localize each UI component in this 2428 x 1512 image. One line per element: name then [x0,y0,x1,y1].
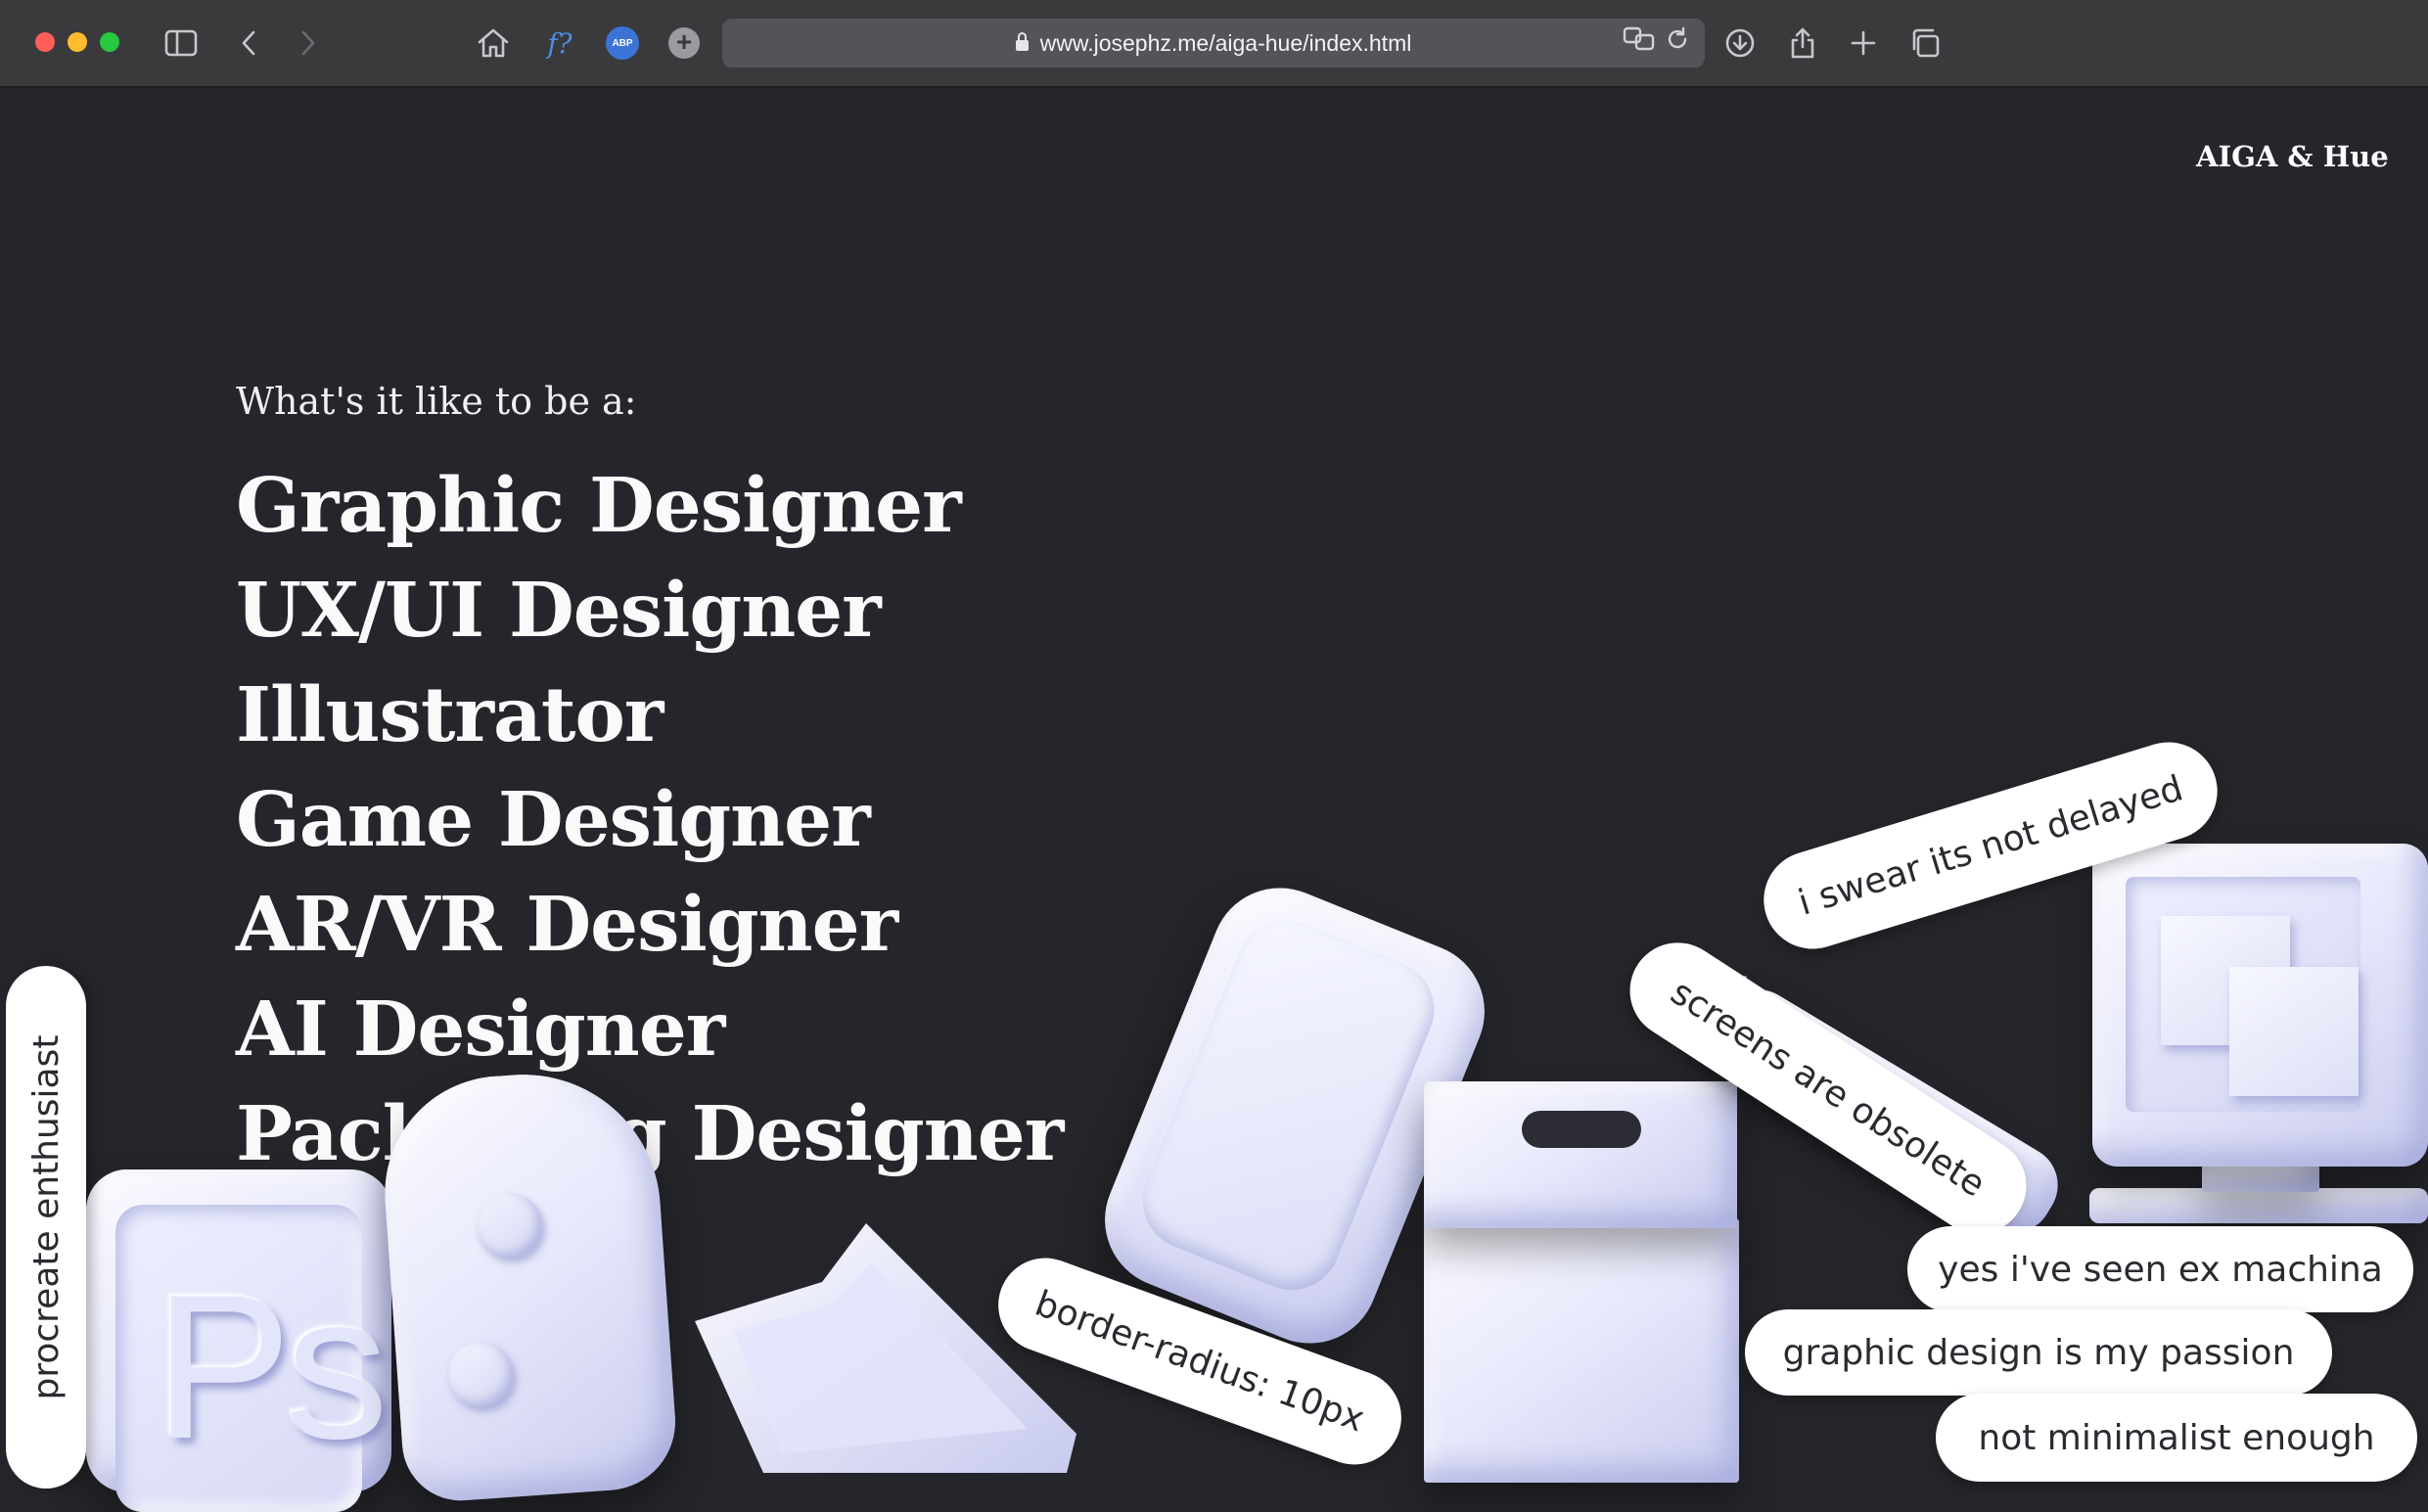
sticker-passion: graphic design is my passion [1745,1309,2332,1396]
minimize-window-button[interactable] [68,32,87,52]
role-item-ar-vr-designer[interactable]: AR/VR Designer [236,873,1063,978]
download-icon[interactable] [1720,23,1760,63]
adblock-icon[interactable]: ABP [603,23,642,63]
phone-screen [1127,905,1449,1306]
monitor-base [2089,1188,2428,1223]
font-finder-label: f? [547,26,573,60]
share-icon[interactable] [1783,23,1822,63]
intro-question: What's it like to be a: [236,380,637,423]
gamepad-button [475,1190,544,1260]
sticker-ex-machina: yes i've seen ex machina [1907,1226,2413,1312]
role-item-illustrator[interactable]: Illustrator [236,664,1063,768]
sidebar-icon[interactable] [161,23,201,63]
gamepad-button [446,1340,516,1409]
url-text: www.josephz.me/aiga-hue/index.html [1039,30,1412,56]
tab-overview-icon[interactable] [1905,23,1945,63]
address-text-wrapper: www.josephz.me/aiga-hue/index.html [722,30,1705,57]
adblock-label: ABP [606,26,639,60]
photoshop-logo-text: Ps [155,1252,389,1482]
home-icon[interactable] [474,23,513,63]
role-item-ai-designer[interactable]: AI Designer [236,978,1063,1082]
zoom-window-button[interactable] [100,32,119,52]
role-list: Graphic Designer UX/UI Designer Illustra… [236,454,1064,1187]
gamepad-icon [377,1065,680,1505]
photoshop-tile-face: Ps [115,1205,389,1512]
add-extension-icon[interactable]: + [664,23,704,63]
role-item-graphic-designer[interactable]: Graphic Designer [236,454,1063,559]
translate-icon[interactable] [1623,26,1656,57]
font-finder-icon[interactable]: f? [540,23,579,63]
monitor-stand [2202,1165,2319,1192]
box-handle-hole [1522,1111,1641,1148]
role-item-game-designer[interactable]: Game Designer [236,768,1063,873]
new-tab-icon[interactable] [1844,23,1883,63]
browser-toolbar: f? ABP + www.josephz.me/aiga-hue/index.h… [0,0,2428,88]
monitor-screen [2126,877,2360,1112]
back-icon[interactable] [229,23,268,63]
sticker-minimalist: not minimalist enough [1936,1394,2417,1482]
monitor-icon [2092,844,2428,1167]
address-bar[interactable]: www.josephz.me/aiga-hue/index.html [722,19,1705,68]
close-window-button[interactable] [35,32,55,52]
packaging-box-icon [1424,1218,1739,1483]
lock-icon [1015,32,1029,51]
forward-icon[interactable] [289,23,328,63]
packaging-box-handle [1424,1081,1737,1228]
role-item-ux-ui-designer[interactable]: UX/UI Designer [236,559,1063,664]
window-square [2229,967,2359,1096]
reload-icon[interactable] [1666,26,1689,57]
sticker-procreate: procreate enthusiast [6,966,86,1489]
site-brand-link[interactable]: AIGA & Hue [2196,140,2389,173]
photoshop-icon: Ps [86,1169,391,1512]
